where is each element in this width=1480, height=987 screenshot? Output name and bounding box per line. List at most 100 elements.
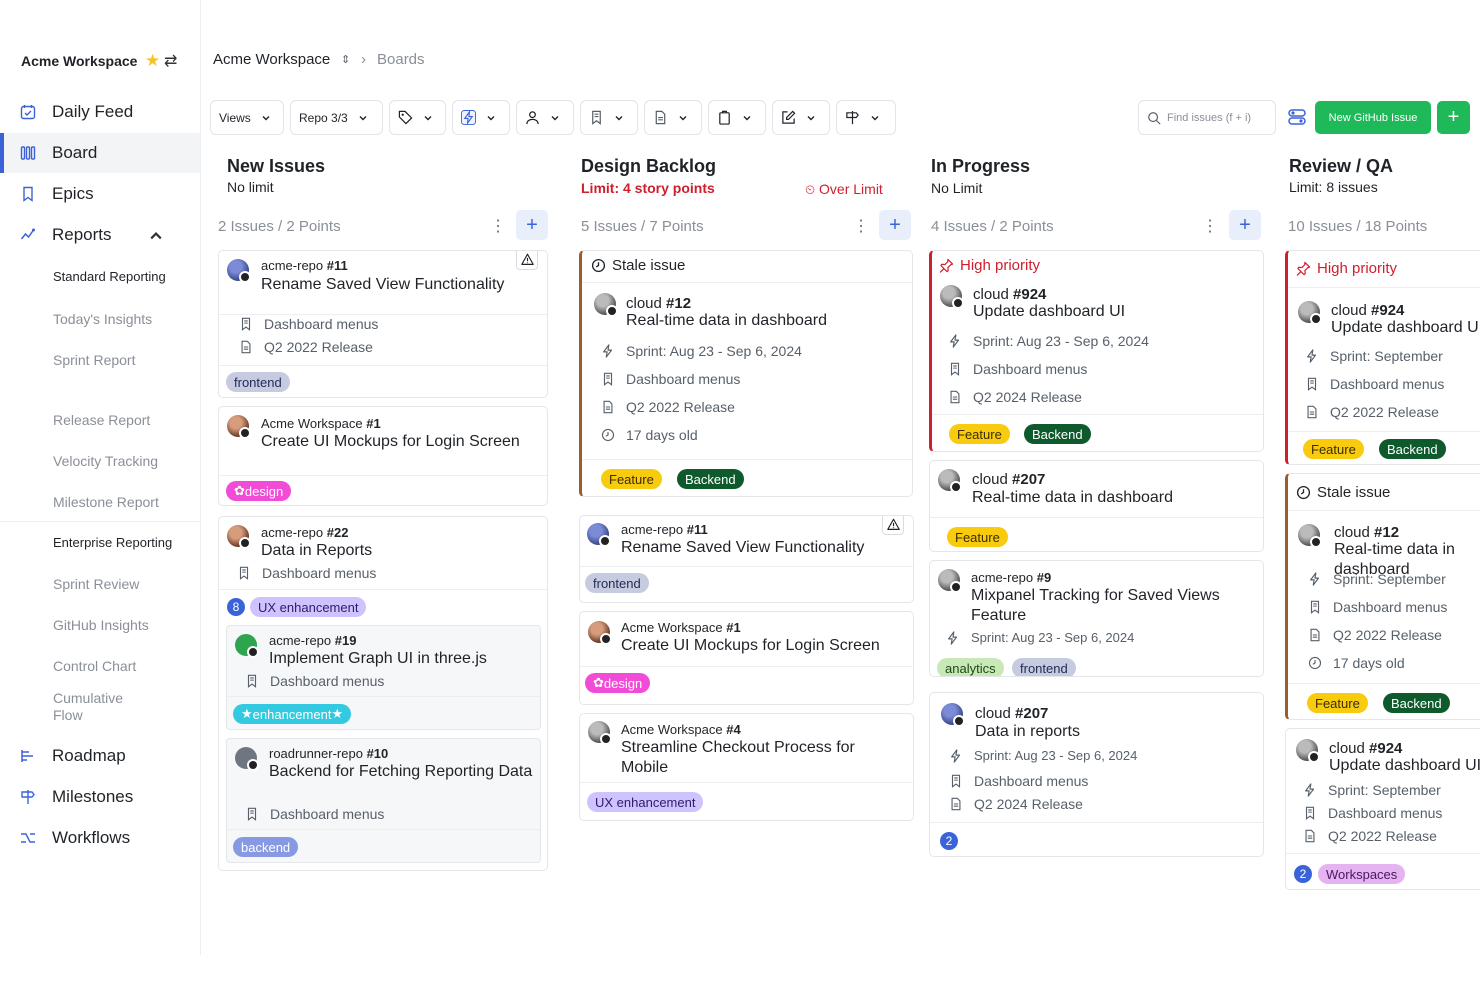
sprint-filter[interactable] (452, 100, 510, 135)
sub-issue-card[interactable]: roadrunner-repo #10 Backend for Fetching… (226, 738, 541, 863)
label-tag[interactable]: backend (233, 837, 299, 857)
epic-filter[interactable] (580, 100, 638, 135)
sidebar-item-board[interactable]: Board (0, 133, 200, 173)
clipboard-filter[interactable] (708, 100, 766, 135)
new-github-issue-button[interactable]: New GitHub Issue (1315, 101, 1431, 134)
add-card-button[interactable]: + (516, 210, 548, 240)
divider (227, 696, 540, 697)
issue-title[interactable]: Backend for Fetching Reporting Data (269, 762, 534, 782)
repo-dropdown[interactable]: Repo 3/3 (290, 100, 383, 135)
label-tag[interactable]: Feature (949, 424, 1010, 444)
label-tag[interactable]: ★ enhancement ★ (233, 704, 352, 724)
add-card-button[interactable]: + (879, 210, 911, 240)
label-tag[interactable]: frontend (1012, 658, 1076, 676)
label-tag[interactable]: Feature (1307, 693, 1368, 713)
issue-title[interactable]: Streamline Checkout Process for Mobile (621, 738, 906, 778)
issue-card[interactable]: cloud #924 Update dashboard UI Sprint: S… (1285, 728, 1480, 890)
issue-title[interactable]: Real-time data in dashboard (972, 488, 1173, 508)
swap-icon[interactable]: ⇄ (164, 51, 177, 71)
workspace-name[interactable]: Acme Workspace (21, 53, 137, 69)
add-card-button[interactable]: + (1229, 210, 1261, 240)
report-sprint-review[interactable]: Sprint Review (53, 576, 139, 592)
label-tag[interactable]: Feature (947, 527, 1008, 547)
views-dropdown[interactable]: Views (210, 100, 284, 135)
updown-icon[interactable]: ⇕ (341, 53, 350, 66)
more-icon[interactable]: ⋮ (1202, 216, 1218, 236)
issue-card[interactable]: cloud #207 Data in reports Sprint: Aug 2… (929, 692, 1264, 857)
sidebar-item-workflows[interactable]: Workflows (0, 818, 200, 858)
issue-title[interactable]: Real-time data in dashboard (626, 311, 827, 331)
issue-title[interactable]: Mixpanel Tracking for Saved Views Featur… (971, 586, 1261, 626)
issue-card[interactable]: acme-repo #11 Rename Saved View Function… (579, 515, 914, 603)
issue-card[interactable]: acme-repo #9 Mixpanel Tracking for Saved… (929, 560, 1264, 677)
label-tag[interactable]: Backend (1379, 439, 1446, 459)
label-tag[interactable]: UX enhancement (250, 597, 367, 617)
chevron-up-icon[interactable] (148, 228, 164, 244)
report-enterprise[interactable]: Enterprise Reporting (53, 535, 172, 550)
issue-card[interactable]: Stale issue cloud #12 Real-time data in … (1285, 473, 1480, 720)
report-sprint[interactable]: Sprint Report (53, 352, 135, 368)
label-tag[interactable]: Backend (1383, 693, 1450, 713)
label-tag[interactable]: frontend (585, 573, 649, 593)
milestone-filter[interactable] (836, 100, 896, 135)
issue-title[interactable]: Implement Graph UI in three.js (269, 649, 487, 669)
issue-title[interactable]: Create UI Mockups for Login Screen (261, 432, 541, 452)
issue-card[interactable]: Acme Workspace #4 Streamline Checkout Pr… (579, 713, 914, 821)
edit-filter[interactable] (772, 100, 830, 135)
issue-card[interactable]: cloud #207 Real-time data in dashboard F… (929, 460, 1264, 552)
issue-title[interactable]: Data in Reports (261, 541, 372, 561)
issue-card[interactable]: acme-repo #22 Data in Reports Dashboard … (218, 516, 548, 871)
issue-title[interactable]: Rename Saved View Functionality (621, 538, 864, 558)
label-tag[interactable]: Workspaces (1318, 864, 1406, 884)
report-release[interactable]: Release Report (53, 412, 150, 428)
sidebar-item-epics[interactable]: Epics (0, 174, 200, 214)
over-limit-indicator: ⏲ Over Limit (805, 181, 883, 197)
breadcrumb-workspace[interactable]: Acme Workspace (213, 51, 330, 68)
issue-card[interactable]: Stale issue cloud #12 Real-time data in … (579, 250, 913, 497)
label-tag[interactable]: UX enhancement (587, 792, 704, 812)
sidebar-item-roadmap[interactable]: Roadmap (0, 736, 200, 776)
sidebar-item-daily-feed[interactable]: Daily Feed (0, 92, 200, 132)
label-tag[interactable]: analytics (937, 658, 1004, 676)
issue-title[interactable]: Rename Saved View Functionality (261, 275, 504, 295)
report-velocity[interactable]: Velocity Tracking (53, 453, 158, 469)
search-box[interactable]: Find issues (f + i) (1138, 100, 1276, 135)
report-standard[interactable]: Standard Reporting (53, 269, 166, 284)
report-today[interactable]: Today's Insights (53, 311, 152, 327)
label-filter[interactable] (389, 100, 446, 135)
sub-issue-count[interactable]: 2 (940, 832, 958, 850)
report-control-chart[interactable]: Control Chart (53, 658, 136, 674)
issue-title[interactable]: Create UI Mockups for Login Screen (621, 636, 880, 656)
label-tag[interactable]: Backend (1024, 424, 1091, 444)
label-tag[interactable]: Backend (677, 469, 744, 489)
issue-title[interactable]: Update dashboard UI (1331, 318, 1480, 338)
issue-card[interactable]: acme-repo #11 Rename Saved View Function… (218, 250, 548, 398)
sub-issue-count[interactable]: 2 (1294, 865, 1312, 883)
label-tag[interactable]: Feature (601, 469, 662, 489)
more-icon[interactable]: ⋮ (853, 216, 869, 236)
label-tag[interactable]: ✿ design (226, 481, 292, 501)
sidebar-item-milestones[interactable]: Milestones (0, 777, 200, 817)
report-github-insights[interactable]: GitHub Insights (53, 617, 149, 633)
more-icon[interactable]: ⋮ (490, 216, 506, 236)
issue-title[interactable]: Data in reports (975, 722, 1080, 742)
issue-card[interactable]: Acme Workspace #1 Create UI Mockups for … (579, 611, 914, 705)
sub-issue-card[interactable]: acme-repo #19 Implement Graph UI in thre… (226, 625, 541, 730)
issue-card[interactable]: High priority cloud #924 Update dashboar… (1285, 250, 1480, 465)
toggle-icon[interactable] (1288, 108, 1306, 126)
label-tag[interactable]: Feature (1303, 439, 1364, 459)
sidebar-item-reports[interactable]: Reports (0, 215, 200, 255)
issue-card[interactable]: High priority cloud #924 Update dashboar… (929, 250, 1264, 452)
report-cumulative-flow[interactable]: Cumulative Flow (53, 690, 153, 724)
issue-title[interactable]: Update dashboard UI (1329, 756, 1480, 776)
issue-card[interactable]: Acme Workspace #1 Create UI Mockups for … (218, 406, 548, 506)
assignee-filter[interactable] (516, 100, 574, 135)
label-tag[interactable]: frontend (226, 372, 290, 392)
label-tag[interactable]: ✿ design (585, 673, 651, 693)
report-milestone[interactable]: Milestone Report (53, 494, 159, 510)
sub-issue-count[interactable]: 8 (227, 598, 245, 616)
add-button[interactable]: + (1437, 101, 1470, 134)
star-icon[interactable]: ★ (145, 51, 160, 71)
issue-title[interactable]: Update dashboard UI (973, 302, 1125, 322)
release-filter[interactable] (644, 100, 702, 135)
